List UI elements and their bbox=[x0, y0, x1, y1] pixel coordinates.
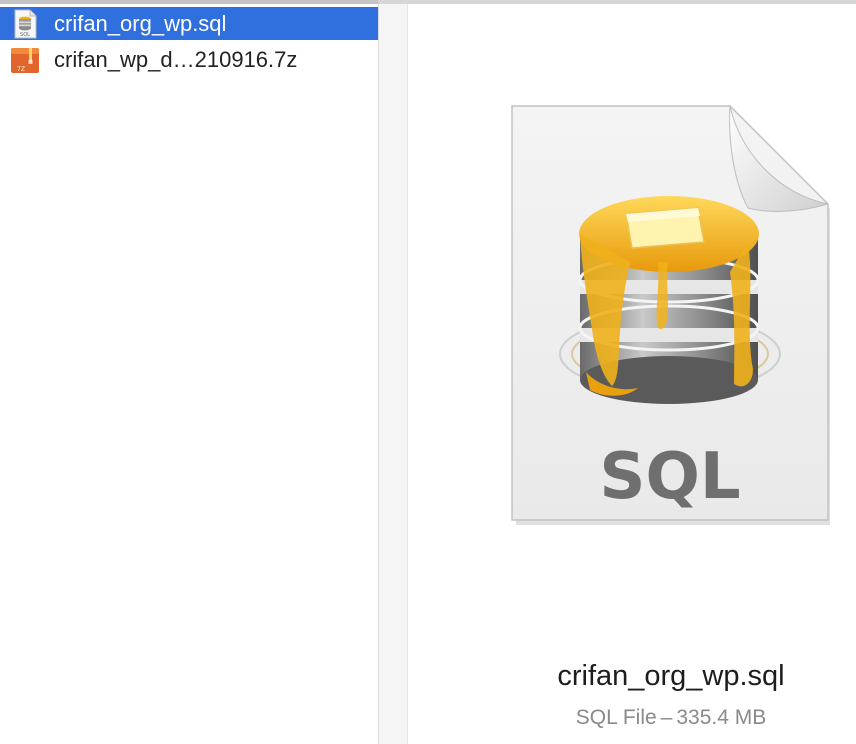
column-divider[interactable] bbox=[378, 4, 408, 744]
preview-file-info: SQL File –335.4 MB bbox=[408, 706, 856, 730]
7z-archive-icon: 7Z bbox=[10, 45, 40, 75]
file-name: crifan_org_wp.sql bbox=[54, 10, 227, 36]
sql-document-icon: SQL bbox=[508, 102, 834, 528]
preview-file-name: crifan_org_wp.sql bbox=[557, 660, 785, 692]
meta-separator: – bbox=[660, 706, 673, 729]
svg-text:SQL: SQL bbox=[20, 32, 30, 38]
file-name: crifan_wp_d…210916.7z bbox=[54, 46, 298, 72]
svg-text:7Z: 7Z bbox=[17, 66, 25, 73]
file-row-7z[interactable]: 7Z crifan_wp_d…210916.7z bbox=[0, 43, 378, 76]
file-kind: SQL File bbox=[575, 706, 657, 729]
preview-pane: SQL crifan_org_wp.sql SQL File –335.4 MB bbox=[408, 4, 856, 744]
file-list: SQL crifan_org_wp.sql 7Z crifan_wp_d…210… bbox=[0, 4, 378, 744]
sql-file-icon: SQL bbox=[10, 9, 40, 39]
file-row-sql[interactable]: SQL crifan_org_wp.sql bbox=[0, 7, 378, 40]
sql-label: SQL bbox=[599, 440, 740, 514]
file-size: 335.4 MB bbox=[676, 706, 767, 729]
